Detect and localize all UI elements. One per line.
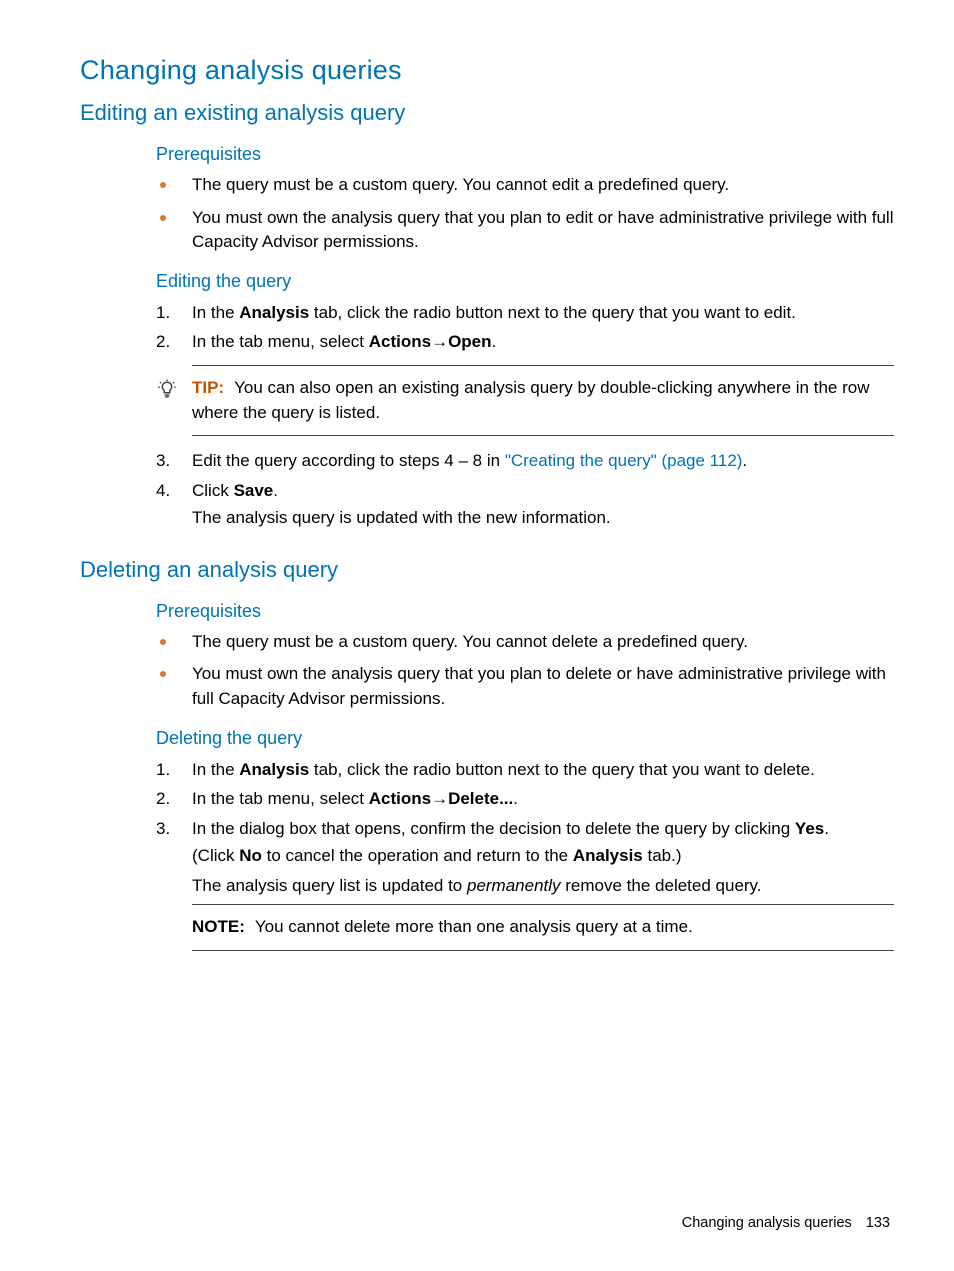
step-text: Edit the query according to steps 4 – 8 … xyxy=(192,451,505,470)
term-actions: Actions xyxy=(369,332,431,351)
note-label: NOTE: xyxy=(192,917,245,936)
step-text: In the xyxy=(192,760,239,779)
term-no: No xyxy=(239,846,262,865)
document-page: Changing analysis queries Editing an exi… xyxy=(0,0,954,1271)
page-footer: Changing analysis queries 133 xyxy=(682,1215,890,1231)
step-item: In the tab menu, select Actions→Delete..… xyxy=(156,786,894,812)
step-result-text: The analysis query is updated with the n… xyxy=(192,505,894,531)
step-text: . xyxy=(742,451,747,470)
step-text: . xyxy=(273,481,278,500)
heading-editing-the-query: Editing the query xyxy=(156,271,894,292)
term-permanently: permanently xyxy=(467,876,561,895)
term-analysis: Analysis xyxy=(239,760,309,779)
list-item: The query must be a custom query. You ca… xyxy=(156,173,894,198)
step-result-text: The analysis query list is updated to pe… xyxy=(192,873,894,899)
link-creating-the-query[interactable]: "Creating the query" (page 112) xyxy=(505,451,743,470)
term-open: Open xyxy=(448,332,491,351)
arrow-icon: → xyxy=(431,332,448,351)
step-text: In the tab menu, select xyxy=(192,789,369,808)
heading-deleting-analysis-query: Deleting an analysis query xyxy=(80,557,894,583)
step-text: . xyxy=(824,819,829,838)
term-analysis: Analysis xyxy=(239,303,309,322)
tip-text: You can also open an existing analysis q… xyxy=(192,378,869,422)
list-item: You must own the analysis query that you… xyxy=(156,206,894,255)
text: remove the deleted query. xyxy=(561,876,762,895)
step-item: In the dialog box that opens, confirm th… xyxy=(156,816,894,951)
step-text: In the xyxy=(192,303,239,322)
step-text: In the dialog box that opens, confirm th… xyxy=(192,819,795,838)
step-text: tab, click the radio button next to the … xyxy=(309,760,815,779)
heading-deleting-the-query: Deleting the query xyxy=(156,728,894,749)
text: (Click xyxy=(192,846,239,865)
list-item: The query must be a custom query. You ca… xyxy=(156,630,894,655)
step-item: Edit the query according to steps 4 – 8 … xyxy=(156,448,894,474)
lightbulb-icon xyxy=(156,376,192,405)
step-note-text: (Click No to cancel the operation and re… xyxy=(192,843,894,869)
note-callout: NOTE: You cannot delete more than one ana… xyxy=(192,904,894,951)
heading-changing-analysis-queries: Changing analysis queries xyxy=(80,55,894,86)
step-text: . xyxy=(492,332,497,351)
note-text: You cannot delete more than one analysis… xyxy=(255,917,693,936)
tip-label: TIP: xyxy=(192,378,224,397)
step-text: In the tab menu, select xyxy=(192,332,369,351)
text: The analysis query list is updated to xyxy=(192,876,467,895)
deleting-steps-list: In the Analysis tab, click the radio but… xyxy=(156,757,894,951)
term-analysis: Analysis xyxy=(573,846,643,865)
step-item: In the Analysis tab, click the radio but… xyxy=(156,757,894,783)
term-save: Save xyxy=(234,481,274,500)
footer-title: Changing analysis queries xyxy=(682,1215,852,1231)
step-text: . xyxy=(513,789,518,808)
heading-deleting-prerequisites: Prerequisites xyxy=(156,601,894,622)
arrow-icon: → xyxy=(431,789,448,808)
text: tab.) xyxy=(643,846,682,865)
editing-steps-list: In the Analysis tab, click the radio but… xyxy=(156,300,894,531)
page-number: 133 xyxy=(866,1215,890,1231)
step-item: In the tab menu, select Actions→Open. xyxy=(156,329,894,436)
term-yes: Yes xyxy=(795,819,824,838)
heading-editing-existing-query: Editing an existing analysis query xyxy=(80,100,894,126)
deleting-prereq-list: The query must be a custom query. You ca… xyxy=(156,630,894,712)
tip-callout: TIP:You can also open an existing analys… xyxy=(192,365,894,436)
term-actions: Actions xyxy=(369,789,431,808)
list-item: You must own the analysis query that you… xyxy=(156,662,894,711)
editing-prereq-list: The query must be a custom query. You ca… xyxy=(156,173,894,255)
heading-editing-prerequisites: Prerequisites xyxy=(156,144,894,165)
step-text: tab, click the radio button next to the … xyxy=(309,303,796,322)
step-item: Click Save. The analysis query is update… xyxy=(156,478,894,531)
term-delete: Delete... xyxy=(448,789,513,808)
step-item: In the Analysis tab, click the radio but… xyxy=(156,300,894,326)
text: to cancel the operation and return to th… xyxy=(262,846,573,865)
step-text: Click xyxy=(192,481,234,500)
